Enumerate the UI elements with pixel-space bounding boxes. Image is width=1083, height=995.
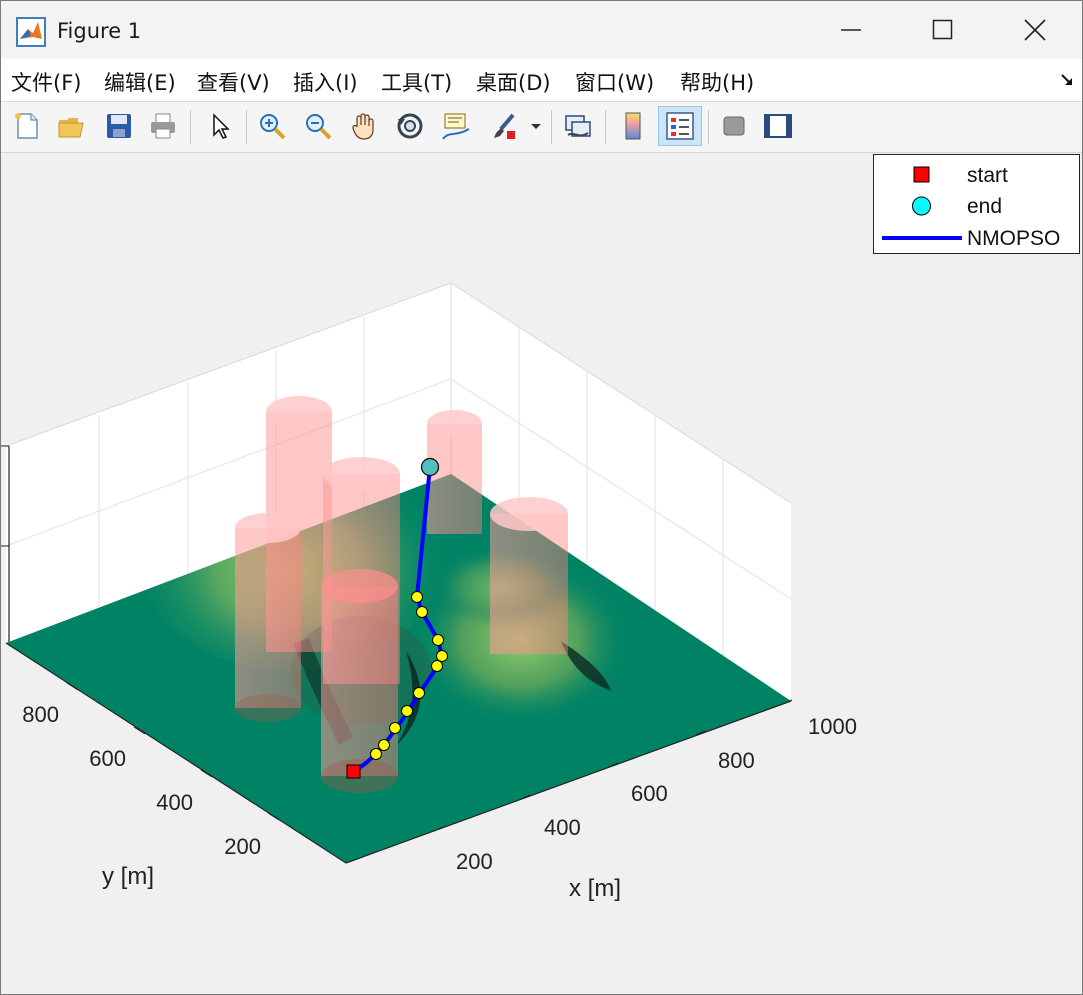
obstacle-cylinder — [235, 513, 301, 722]
pointer-button[interactable] — [202, 108, 238, 144]
legend-button[interactable] — [658, 106, 702, 146]
toolbar-separator — [708, 110, 709, 144]
legend-entry-end: end — [874, 191, 1079, 221]
menu-edit[interactable]: 编辑(E) — [104, 67, 176, 97]
legend-entry-path: NMOPSO — [874, 223, 1079, 253]
brush-icon — [494, 113, 515, 139]
minimize-button[interactable] — [806, 1, 898, 59]
pan-button[interactable] — [346, 108, 382, 144]
hide-plot-tools-button[interactable] — [716, 108, 752, 144]
legend[interactable]: start end NMOPSO — [873, 154, 1080, 254]
link-plot-icon — [565, 115, 591, 137]
maximize-button[interactable] — [898, 1, 990, 59]
close-icon — [1024, 19, 1046, 41]
menu-file[interactable]: 文件(F) — [11, 67, 81, 97]
open-file-button[interactable] — [53, 108, 89, 144]
x-tick-label: 1000 — [808, 714, 857, 739]
print-icon — [151, 113, 175, 139]
x-tick-label: 600 — [631, 781, 668, 806]
dock-arrow-icon[interactable] — [1060, 73, 1074, 87]
y-tick-label: 600 — [89, 746, 126, 771]
toolbar-separator — [551, 110, 552, 144]
figure-window: Figure 1 文件(F) 编辑(E) 查看(V) 插入(I) 工具(T) 桌… — [0, 0, 1083, 995]
toolbar-separator — [190, 110, 191, 144]
matlab-icon — [16, 17, 46, 47]
save-icon — [107, 114, 131, 138]
rotate-3d-icon — [397, 113, 423, 139]
obstacle-cylinder — [321, 569, 398, 793]
y-tick-label: 800 — [22, 702, 59, 727]
legend-entry-start: start — [874, 160, 1079, 190]
y-axis-label: y [m] — [102, 863, 154, 890]
start-marker — [346, 764, 361, 779]
brush-dropdown-icon — [531, 124, 541, 129]
pointer-icon — [213, 113, 230, 139]
show-plot-tools-button[interactable] — [760, 108, 796, 144]
legend-icon — [666, 112, 694, 140]
toolbar-separator — [246, 110, 247, 144]
new-figure-icon — [15, 113, 38, 139]
start-square-icon — [913, 166, 930, 183]
obstacle-cylinder — [490, 497, 568, 654]
menu-insert[interactable]: 插入(I) — [293, 67, 358, 97]
end-circle-icon — [912, 196, 931, 216]
x-tick-label: 800 — [718, 748, 755, 773]
figure-canvas[interactable]: 800 600 400 200 y [m] 200 400 600 800 10… — [1, 153, 1082, 994]
y-tick-label: 400 — [156, 790, 193, 815]
show-plot-tools-icon — [764, 114, 792, 138]
path-line-icon — [882, 236, 962, 240]
zoom-in-icon — [260, 114, 286, 140]
window-title: Figure 1 — [57, 19, 142, 43]
x-tick-label: 400 — [544, 815, 581, 840]
menu-bar: 文件(F) 编辑(E) 查看(V) 插入(I) 工具(T) 桌面(D) 窗口(W… — [1, 59, 1082, 102]
zoom-out-icon — [306, 114, 332, 140]
menu-desktop[interactable]: 桌面(D) — [476, 67, 551, 97]
data-cursor-icon — [442, 113, 470, 140]
zoom-out-button[interactable] — [300, 108, 336, 144]
title-bar: Figure 1 — [1, 1, 1082, 59]
menu-view[interactable]: 查看(V) — [197, 67, 270, 97]
zoom-in-button[interactable] — [254, 108, 290, 144]
legend-label-path: NMOPSO — [967, 227, 1061, 250]
menu-help[interactable]: 帮助(H) — [680, 67, 754, 97]
open-file-icon — [58, 118, 84, 138]
maximize-icon — [932, 19, 953, 40]
link-plot-button[interactable] — [560, 108, 596, 144]
close-button[interactable] — [990, 1, 1082, 59]
brush-button[interactable] — [486, 108, 522, 144]
print-button[interactable] — [145, 108, 181, 144]
legend-label-start: start — [967, 164, 1008, 187]
data-cursor-button[interactable] — [438, 108, 474, 144]
menu-tools[interactable]: 工具(T) — [381, 67, 452, 97]
menu-window[interactable]: 窗口(W) — [575, 67, 654, 97]
save-button[interactable] — [101, 108, 137, 144]
toolbar-separator — [605, 110, 606, 144]
rotate-3d-button[interactable] — [392, 108, 428, 144]
colorbar-button[interactable] — [615, 108, 651, 144]
minimize-icon — [841, 29, 861, 31]
x-tick-label: 200 — [456, 849, 493, 874]
pan-hand-icon — [352, 113, 374, 140]
legend-label-end: end — [967, 195, 1003, 218]
x-axis-label: x [m] — [569, 875, 621, 902]
end-marker — [420, 457, 440, 477]
colorbar-icon — [625, 112, 641, 140]
brush-dropdown-button[interactable] — [526, 108, 546, 144]
new-figure-button[interactable] — [9, 108, 45, 144]
y-tick-label: 200 — [224, 834, 261, 859]
figure-toolbar — [1, 102, 1082, 153]
hide-plot-tools-icon — [723, 116, 745, 136]
